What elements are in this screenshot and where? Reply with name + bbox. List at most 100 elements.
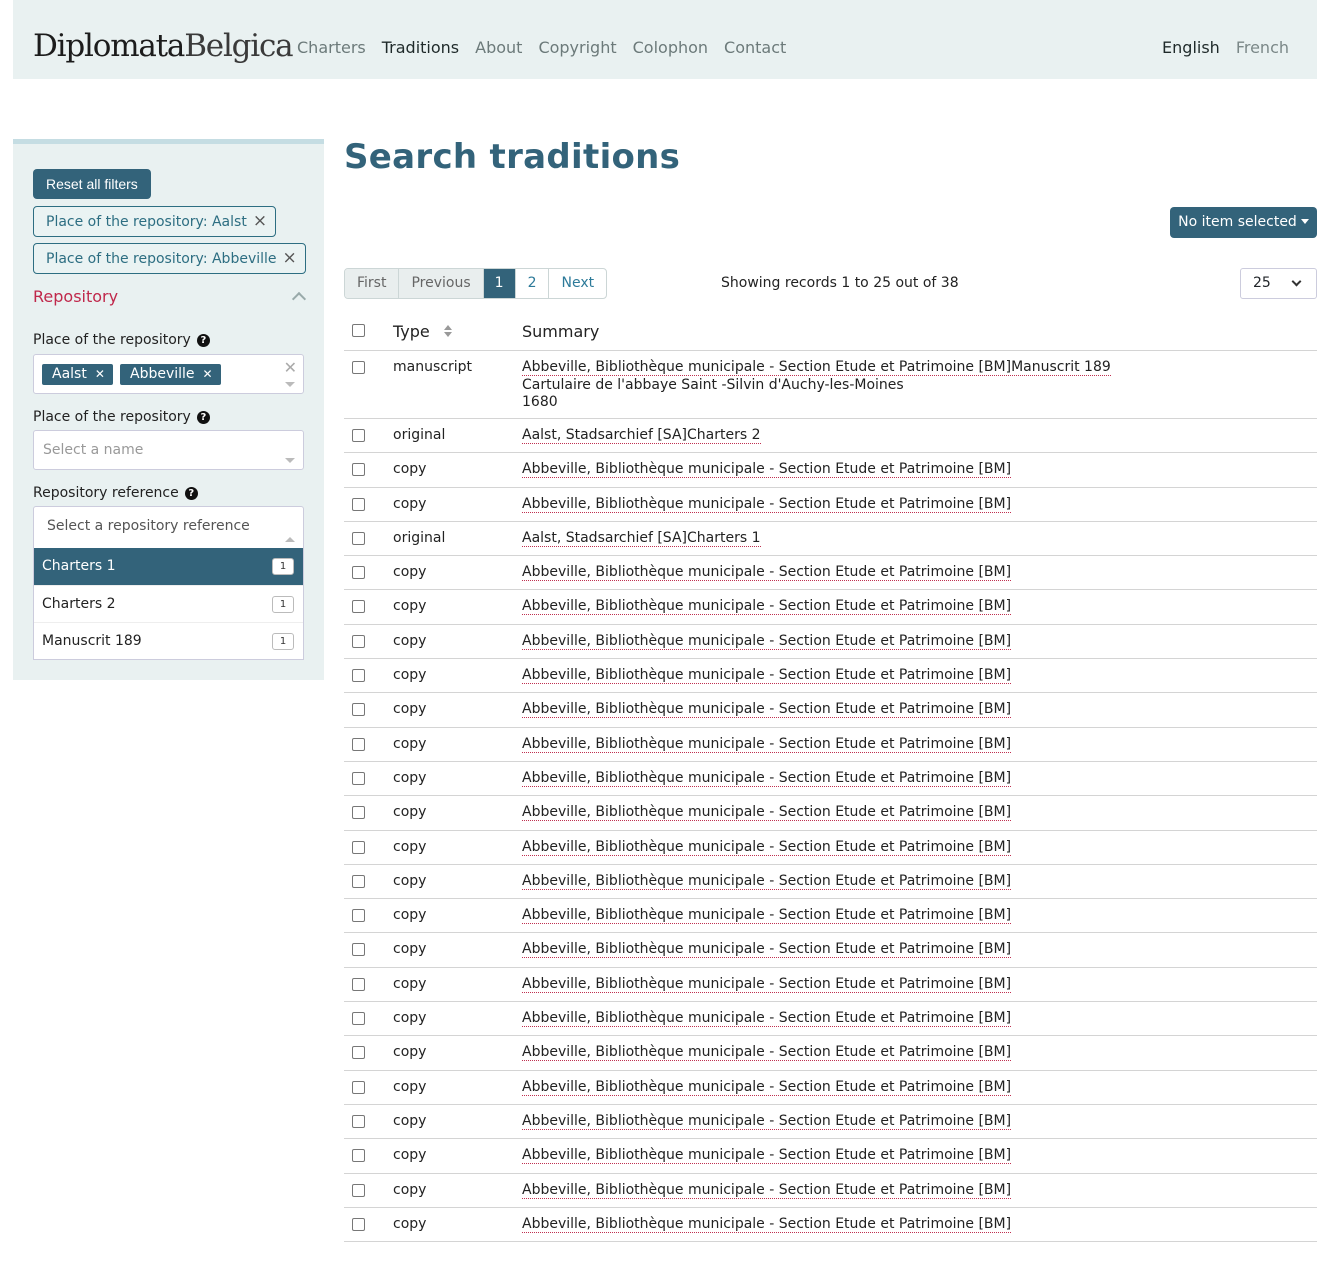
row-summary-link[interactable]: Abbeville, Bibliothèque municipale - Sec… [522,632,1012,650]
row-checkbox[interactable] [352,463,365,477]
row-summary-link[interactable]: Abbeville, Bibliothèque municipale - Sec… [522,701,1012,719]
row-checkbox[interactable] [352,1149,365,1163]
help-icon[interactable]: ? [196,334,210,347]
nav-charters[interactable]: Charters [297,36,366,60]
page-next[interactable]: Next [548,269,606,298]
reference-option[interactable]: Manuscrit 189 1 [34,622,303,659]
row-summary-link[interactable]: Abbeville, Bibliothèque municipale - Sec… [522,359,1111,376]
place-multiselect[interactable]: Aalst ✕ Abbeville ✕ ✕ [33,354,304,394]
row-summary-link[interactable]: Abbeville, Bibliothèque municipale - Sec… [522,1215,1012,1233]
row-summary-link[interactable]: Abbeville, Bibliothèque municipale - Sec… [522,1078,1012,1096]
page-current[interactable]: 1 [482,269,515,298]
place-select[interactable]: Select a name [33,430,304,470]
nav-colophon[interactable]: Colophon [633,36,708,60]
reset-filters-button[interactable]: Reset all filters [33,169,151,199]
row-summary-link[interactable]: Abbeville, Bibliothèque municipale - Sec… [522,872,1012,890]
row-summary-link[interactable]: Abbeville, Bibliothèque municipale - Sec… [522,667,1012,685]
active-filter-chip[interactable]: Place of the repository: Aalst × [33,206,277,237]
row-checkbox[interactable] [352,600,365,614]
close-icon[interactable]: × [283,248,297,268]
row-summary-link[interactable]: Aalst, Stadsarchief [SA]Charters 2 [522,427,761,444]
table-row: copy Abbeville, Bibliothèque municipale -… [344,1071,1317,1105]
row-summary-link[interactable]: Abbeville, Bibliothèque municipale - Sec… [522,804,1012,822]
row-checkbox[interactable] [352,566,365,580]
nav-about[interactable]: About [475,36,522,60]
help-icon[interactable]: ? [184,487,198,500]
lang-french[interactable]: French [1236,36,1289,60]
row-checkbox[interactable] [352,703,365,717]
active-filter-chip[interactable]: Place of the repository: Abbeville × [33,243,306,274]
row-checkbox[interactable] [352,771,365,785]
reference-select[interactable]: Select a repository reference [33,506,304,548]
reference-option-label: Charters 2 [42,596,116,612]
row-summary-link[interactable]: Abbeville, Bibliothèque municipale - Sec… [522,907,1012,925]
row-checkbox[interactable] [352,1114,365,1128]
row-summary-link[interactable]: Abbeville, Bibliothèque municipale - Sec… [522,1112,1012,1130]
close-icon[interactable]: ✕ [203,367,213,381]
page-first[interactable]: First [345,269,399,298]
row-checkbox[interactable] [352,1046,365,1060]
chevron-up-icon[interactable] [285,537,295,542]
chevron-down-icon[interactable] [285,458,295,463]
sort-icon[interactable] [444,325,452,337]
per-page-select[interactable]: 25 [1240,268,1317,299]
row-checkbox[interactable] [352,806,365,820]
row-summary-link[interactable]: Abbeville, Bibliothèque municipale - Sec… [522,1044,1012,1062]
nav-traditions[interactable]: Traditions [382,36,459,60]
row-summary-link[interactable]: Abbeville, Bibliothèque municipale - Sec… [522,975,1012,993]
select-all-checkbox[interactable] [352,324,365,337]
row-checkbox[interactable] [352,977,365,991]
help-icon[interactable]: ? [196,411,210,424]
row-checkbox[interactable] [352,909,365,923]
lang-english[interactable]: English [1162,36,1220,60]
selection-dropdown-button[interactable]: No item selected [1170,207,1317,238]
close-icon[interactable]: ✕ [95,367,105,381]
reference-option[interactable]: Charters 2 1 [34,585,303,622]
chevron-up-icon[interactable] [291,291,307,307]
chevron-down-icon[interactable] [285,382,295,387]
row-checkbox[interactable] [352,1217,365,1231]
brand-logo[interactable]: DiplomataBelgica [33,26,294,66]
row-summary-link[interactable]: Abbeville, Bibliothèque municipale - Sec… [522,495,1012,513]
row-checkbox[interactable] [352,1183,365,1197]
row-summary-link[interactable]: Abbeville, Bibliothèque municipale - Sec… [522,1010,1012,1028]
clear-icon[interactable]: ✕ [284,358,297,377]
row-checkbox[interactable] [352,737,365,751]
row-checkbox[interactable] [352,840,365,854]
row-summary-link[interactable]: Abbeville, Bibliothèque municipale - Sec… [522,564,1012,582]
repository-section-title[interactable]: Repository [33,287,118,306]
row-summary: Aalst, Stadsarchief [SA]Charters 2 [522,427,761,445]
caret-down-icon [1300,219,1309,224]
page-previous[interactable]: Previous [398,269,483,298]
row-summary-link[interactable]: Abbeville, Bibliothèque municipale - Sec… [522,838,1012,856]
row-checkbox[interactable] [352,669,365,683]
page-2[interactable]: 2 [514,269,549,298]
row-checkbox[interactable] [352,943,365,957]
page-title: Search traditions [344,137,681,177]
reference-option[interactable]: Charters 1 1 [34,548,303,585]
column-type[interactable]: Type [393,322,430,341]
row-checkbox[interactable] [352,497,365,511]
row-type: copy [393,1078,427,1095]
row-summary: Abbeville, Bibliothèque municipale - Sec… [522,838,1012,857]
row-checkbox[interactable] [352,429,365,442]
nav-copyright[interactable]: Copyright [538,36,616,60]
row-summary-link[interactable]: Abbeville, Bibliothèque municipale - Sec… [522,769,1012,787]
row-summary-link[interactable]: Abbeville, Bibliothèque municipale - Sec… [522,461,1012,479]
row-summary-link[interactable]: Abbeville, Bibliothèque municipale - Sec… [522,598,1012,616]
reference-option-count: 1 [272,558,294,575]
row-checkbox[interactable] [352,531,365,545]
row-summary-link[interactable]: Abbeville, Bibliothèque municipale - Sec… [522,735,1012,753]
row-checkbox[interactable] [352,874,365,888]
row-checkbox[interactable] [352,1012,365,1026]
row-checkbox[interactable] [352,361,365,374]
row-summary-link[interactable]: Abbeville, Bibliothèque municipale - Sec… [522,1181,1012,1199]
nav-contact[interactable]: Contact [724,36,786,60]
row-summary-link[interactable]: Aalst, Stadsarchief [SA]Charters 1 [522,529,761,547]
row-type: original [393,427,446,443]
row-summary-link[interactable]: Abbeville, Bibliothèque municipale - Sec… [522,1147,1012,1165]
close-icon[interactable]: × [253,211,267,231]
row-checkbox[interactable] [352,634,365,648]
row-summary-link[interactable]: Abbeville, Bibliothèque municipale - Sec… [522,941,1012,959]
row-checkbox[interactable] [352,1080,365,1094]
